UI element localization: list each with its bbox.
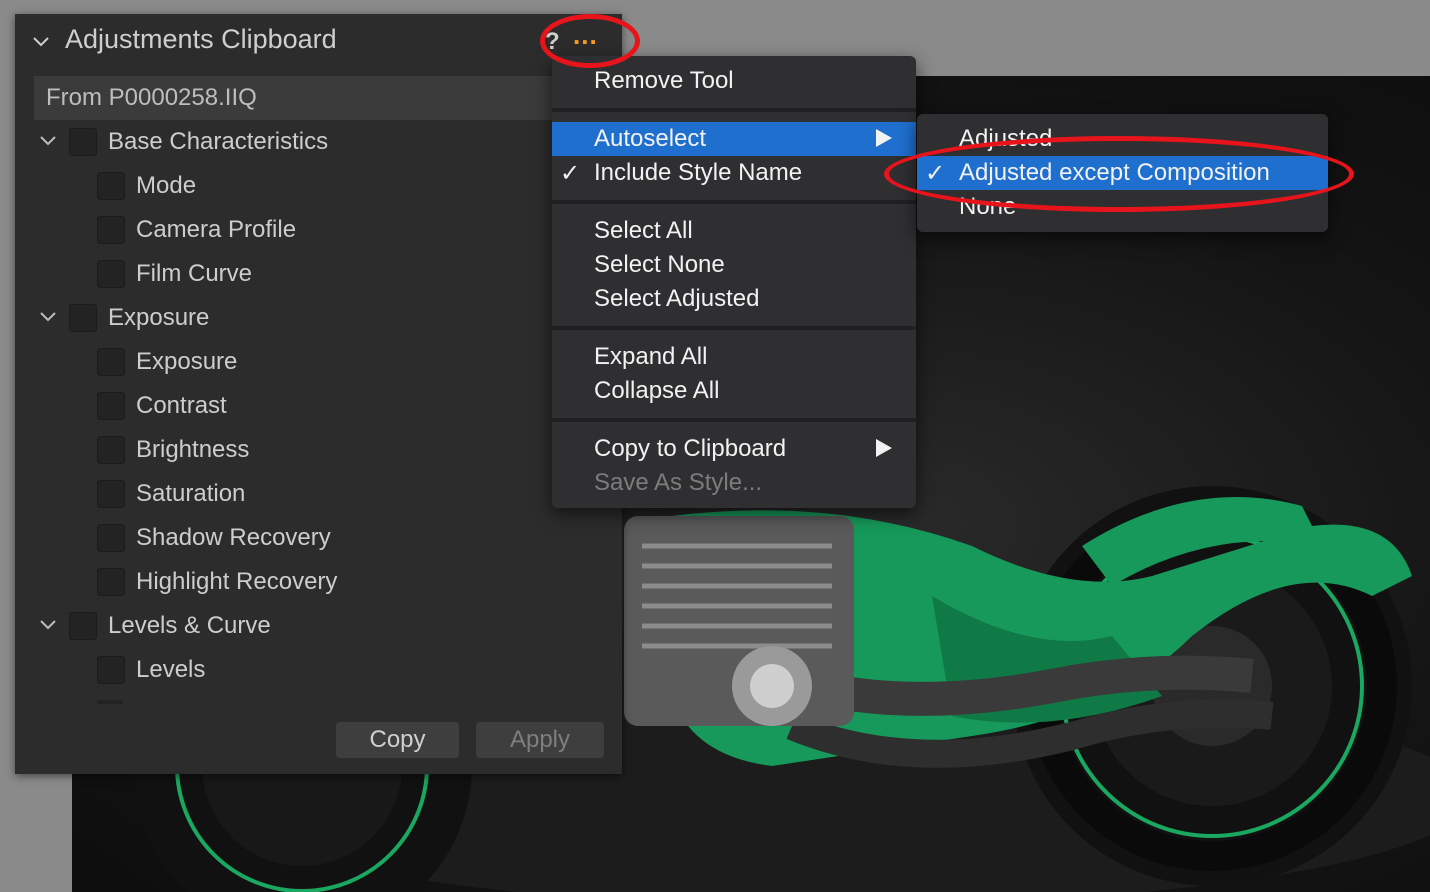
tree-item-levels[interactable]: Levels	[37, 650, 597, 690]
menu-item-remove-tool[interactable]: Remove Tool	[552, 64, 916, 98]
checkbox[interactable]	[97, 480, 125, 508]
menu-item-label: None	[959, 193, 1017, 220]
menu-item-label: Include Style Name	[594, 159, 803, 186]
checkbox[interactable]	[69, 304, 97, 332]
tree-group-exposure[interactable]: Exposure	[37, 298, 597, 338]
tree-label: Saturation	[136, 480, 246, 507]
copy-button[interactable]: Copy	[336, 722, 459, 758]
checkbox-partial	[97, 700, 123, 704]
checkbox[interactable]	[69, 128, 97, 156]
adjustments-clipboard-panel: Adjustments Clipboard ? ... From P000025…	[15, 14, 622, 774]
tree-label: Mode	[136, 172, 197, 199]
help-icon[interactable]: ?	[545, 28, 560, 56]
menu-item-label: Select Adjusted	[594, 285, 760, 312]
menu-item-label: Autoselect	[594, 125, 707, 152]
checkbox[interactable]	[97, 260, 125, 288]
menu-separator	[552, 108, 916, 112]
options-menu: Remove Tool Autoselect ✓ Include Style N…	[552, 56, 916, 508]
tree-item-contrast[interactable]: Contrast	[37, 386, 597, 426]
tree-label: Highlight Recovery	[136, 568, 338, 595]
tree-item-saturation[interactable]: Saturation	[37, 474, 597, 514]
checkbox[interactable]	[97, 436, 125, 464]
menu-separator	[552, 326, 916, 330]
tree-item-brightness[interactable]: Brightness	[37, 430, 597, 470]
chevron-down-icon[interactable]	[37, 130, 59, 152]
tree-label: Contrast	[136, 392, 227, 419]
menu-item-label: Collapse All	[594, 377, 720, 404]
menu-item-label: Select All	[594, 217, 693, 244]
tree-label: Levels	[136, 656, 206, 683]
panel-title: Adjustments Clipboard	[65, 24, 337, 54]
apply-button[interactable]: Apply	[476, 722, 604, 758]
source-file-label: From P0000258.IIQ	[46, 84, 257, 111]
menu-item-label: Select None	[594, 251, 725, 278]
checkbox[interactable]	[97, 216, 125, 244]
tree-item-shadow-recovery[interactable]: Shadow Recovery	[37, 518, 597, 558]
tree-label: Camera Profile	[136, 216, 297, 243]
checkbox[interactable]	[97, 524, 125, 552]
submenu-item-none[interactable]: None	[917, 190, 1328, 224]
menu-item-label: Save As Style...	[594, 469, 763, 496]
menu-item-copy-to-clipboard[interactable]: Copy to Clipboard	[552, 432, 916, 466]
tree-label: Base Characteristics	[108, 128, 329, 155]
chevron-down-icon[interactable]	[37, 614, 59, 636]
tree-item-highlight-recovery[interactable]: Highlight Recovery	[37, 562, 597, 602]
checkbox[interactable]	[97, 348, 125, 376]
menu-item-include-style-name[interactable]: ✓ Include Style Name	[552, 156, 916, 190]
chevron-down-icon[interactable]	[37, 306, 59, 328]
tree-item-camera-profile[interactable]: Camera Profile	[37, 210, 597, 250]
menu-item-save-as-style: Save As Style...	[552, 466, 916, 500]
tree-label: Brightness	[136, 436, 250, 463]
tree-group-levels-curve[interactable]: Levels & Curve	[37, 606, 597, 646]
tree-item-exposure[interactable]: Exposure	[37, 342, 597, 382]
tree-label: Levels & Curve	[108, 612, 271, 639]
menu-item-label: Expand All	[594, 343, 708, 370]
panel-header: Adjustments Clipboard ? ...	[15, 14, 622, 70]
tree-label: Exposure	[108, 304, 210, 331]
menu-item-collapse-all[interactable]: Collapse All	[552, 374, 916, 408]
menu-item-label: Adjusted	[959, 125, 1053, 152]
tree-item-mode[interactable]: Mode	[37, 166, 597, 206]
menu-item-expand-all[interactable]: Expand All	[552, 340, 916, 374]
menu-item-label: Adjusted except Composition	[959, 159, 1270, 186]
checkbox[interactable]	[97, 656, 125, 684]
checkmark-icon: ✓	[925, 160, 946, 187]
menu-item-select-none[interactable]: Select None	[552, 248, 916, 282]
menu-item-select-adjusted[interactable]: Select Adjusted	[552, 282, 916, 316]
tree-item-film-curve[interactable]: Film Curve	[37, 254, 597, 294]
menu-separator	[552, 200, 916, 204]
checkbox[interactable]	[97, 568, 125, 596]
checkbox[interactable]	[97, 172, 125, 200]
menu-item-label: Remove Tool	[594, 67, 734, 94]
tree-group-base-characteristics[interactable]: Base Characteristics	[37, 122, 597, 162]
submenu-item-adjusted-except-composition[interactable]: ✓ Adjusted except Composition	[917, 156, 1328, 190]
source-file-field: From P0000258.IIQ	[34, 76, 574, 120]
checkmark-icon: ✓	[560, 160, 581, 187]
menu-item-autoselect[interactable]: Autoselect	[552, 122, 916, 156]
checkbox[interactable]	[69, 612, 97, 640]
submenu-arrow-icon	[876, 129, 892, 147]
tree-label: Shadow Recovery	[136, 524, 331, 551]
tree-label: Film Curve	[136, 260, 253, 287]
checkbox[interactable]	[97, 392, 125, 420]
more-options-icon[interactable]: ...	[573, 20, 598, 51]
autoselect-submenu: Adjusted ✓ Adjusted except Composition N…	[917, 114, 1328, 232]
submenu-arrow-icon	[876, 439, 892, 457]
menu-separator	[552, 418, 916, 422]
menu-item-label: Copy to Clipboard	[594, 435, 787, 462]
chevron-down-icon[interactable]	[31, 32, 51, 52]
tree-label: Exposure	[136, 348, 238, 375]
menu-item-select-all[interactable]: Select All	[552, 214, 916, 248]
submenu-item-adjusted[interactable]: Adjusted	[917, 122, 1328, 156]
